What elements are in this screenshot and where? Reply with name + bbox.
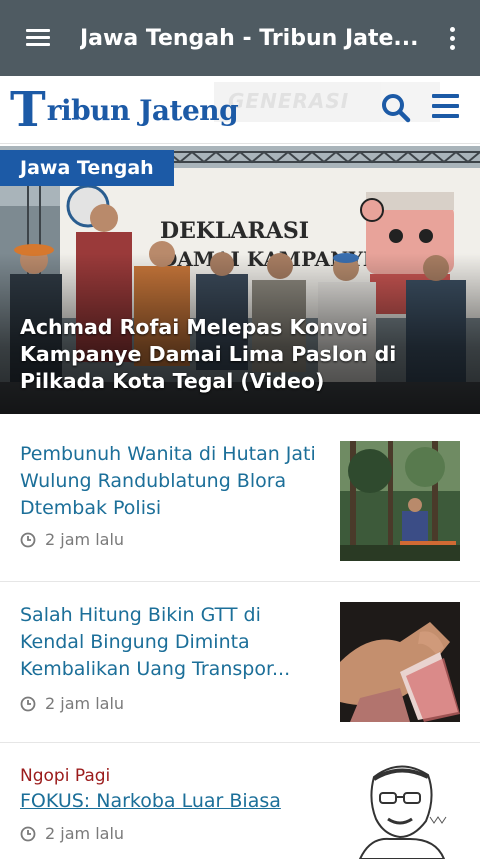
article-meta: 2 jam lalu (20, 824, 124, 843)
more-vert-icon[interactable] (424, 0, 480, 76)
article-headline[interactable]: Salah Hitung Bikin GTT di Kendal Bingung… (20, 602, 320, 683)
clock-icon (20, 532, 36, 547)
article-time: 2 jam lalu (45, 694, 125, 713)
article-item[interactable]: Ngopi Pagi FOKUS: Narkoba Luar Biasa 2 j… (0, 743, 480, 859)
article-item[interactable]: Pembunuh Wanita di Hutan Jati Wulung Ran… (0, 414, 480, 582)
promo-banner-text: GENERASI (228, 89, 350, 113)
search-icon[interactable] (380, 92, 412, 124)
article-thumbnail[interactable] (340, 602, 460, 722)
app-bar-title: Jawa Tengah - Tribun Jate... (80, 25, 419, 51)
app-menu-button[interactable] (0, 0, 76, 76)
article-time: 2 jam lalu (45, 530, 125, 549)
hero-headline[interactable]: Achmad Rofai Melepas Konvoi Kampanye Dam… (20, 314, 460, 395)
article-meta: 2 jam lalu (20, 694, 124, 713)
hero-category-badge[interactable]: Jawa Tengah (0, 150, 174, 186)
article-thumbnail[interactable] (340, 757, 460, 859)
article-kicker[interactable]: Ngopi Pagi (20, 766, 110, 786)
hero-story[interactable]: DEKLARASI DAMAI KAMPANYE (0, 146, 480, 414)
app-bar: Jawa Tengah - Tribun Jate... (0, 0, 480, 76)
article-thumbnail[interactable] (340, 441, 460, 561)
clock-icon (20, 826, 36, 841)
article-item[interactable]: Salah Hitung Bikin GTT di Kendal Bingung… (0, 582, 480, 743)
article-headline[interactable]: FOKUS: Narkoba Luar Biasa (20, 788, 320, 815)
article-meta: 2 jam lalu (20, 530, 124, 549)
logo-initial: T (10, 82, 46, 138)
logo-text: ribun Jateng (46, 93, 239, 127)
article-headline[interactable]: Pembunuh Wanita di Hutan Jati Wulung Ran… (20, 441, 320, 522)
article-time: 2 jam lalu (45, 824, 125, 843)
site-logo[interactable]: T ribun Jateng (10, 82, 239, 138)
hamburger-menu-icon (26, 29, 50, 47)
clock-icon (20, 696, 36, 711)
site-menu-icon[interactable] (432, 94, 460, 120)
